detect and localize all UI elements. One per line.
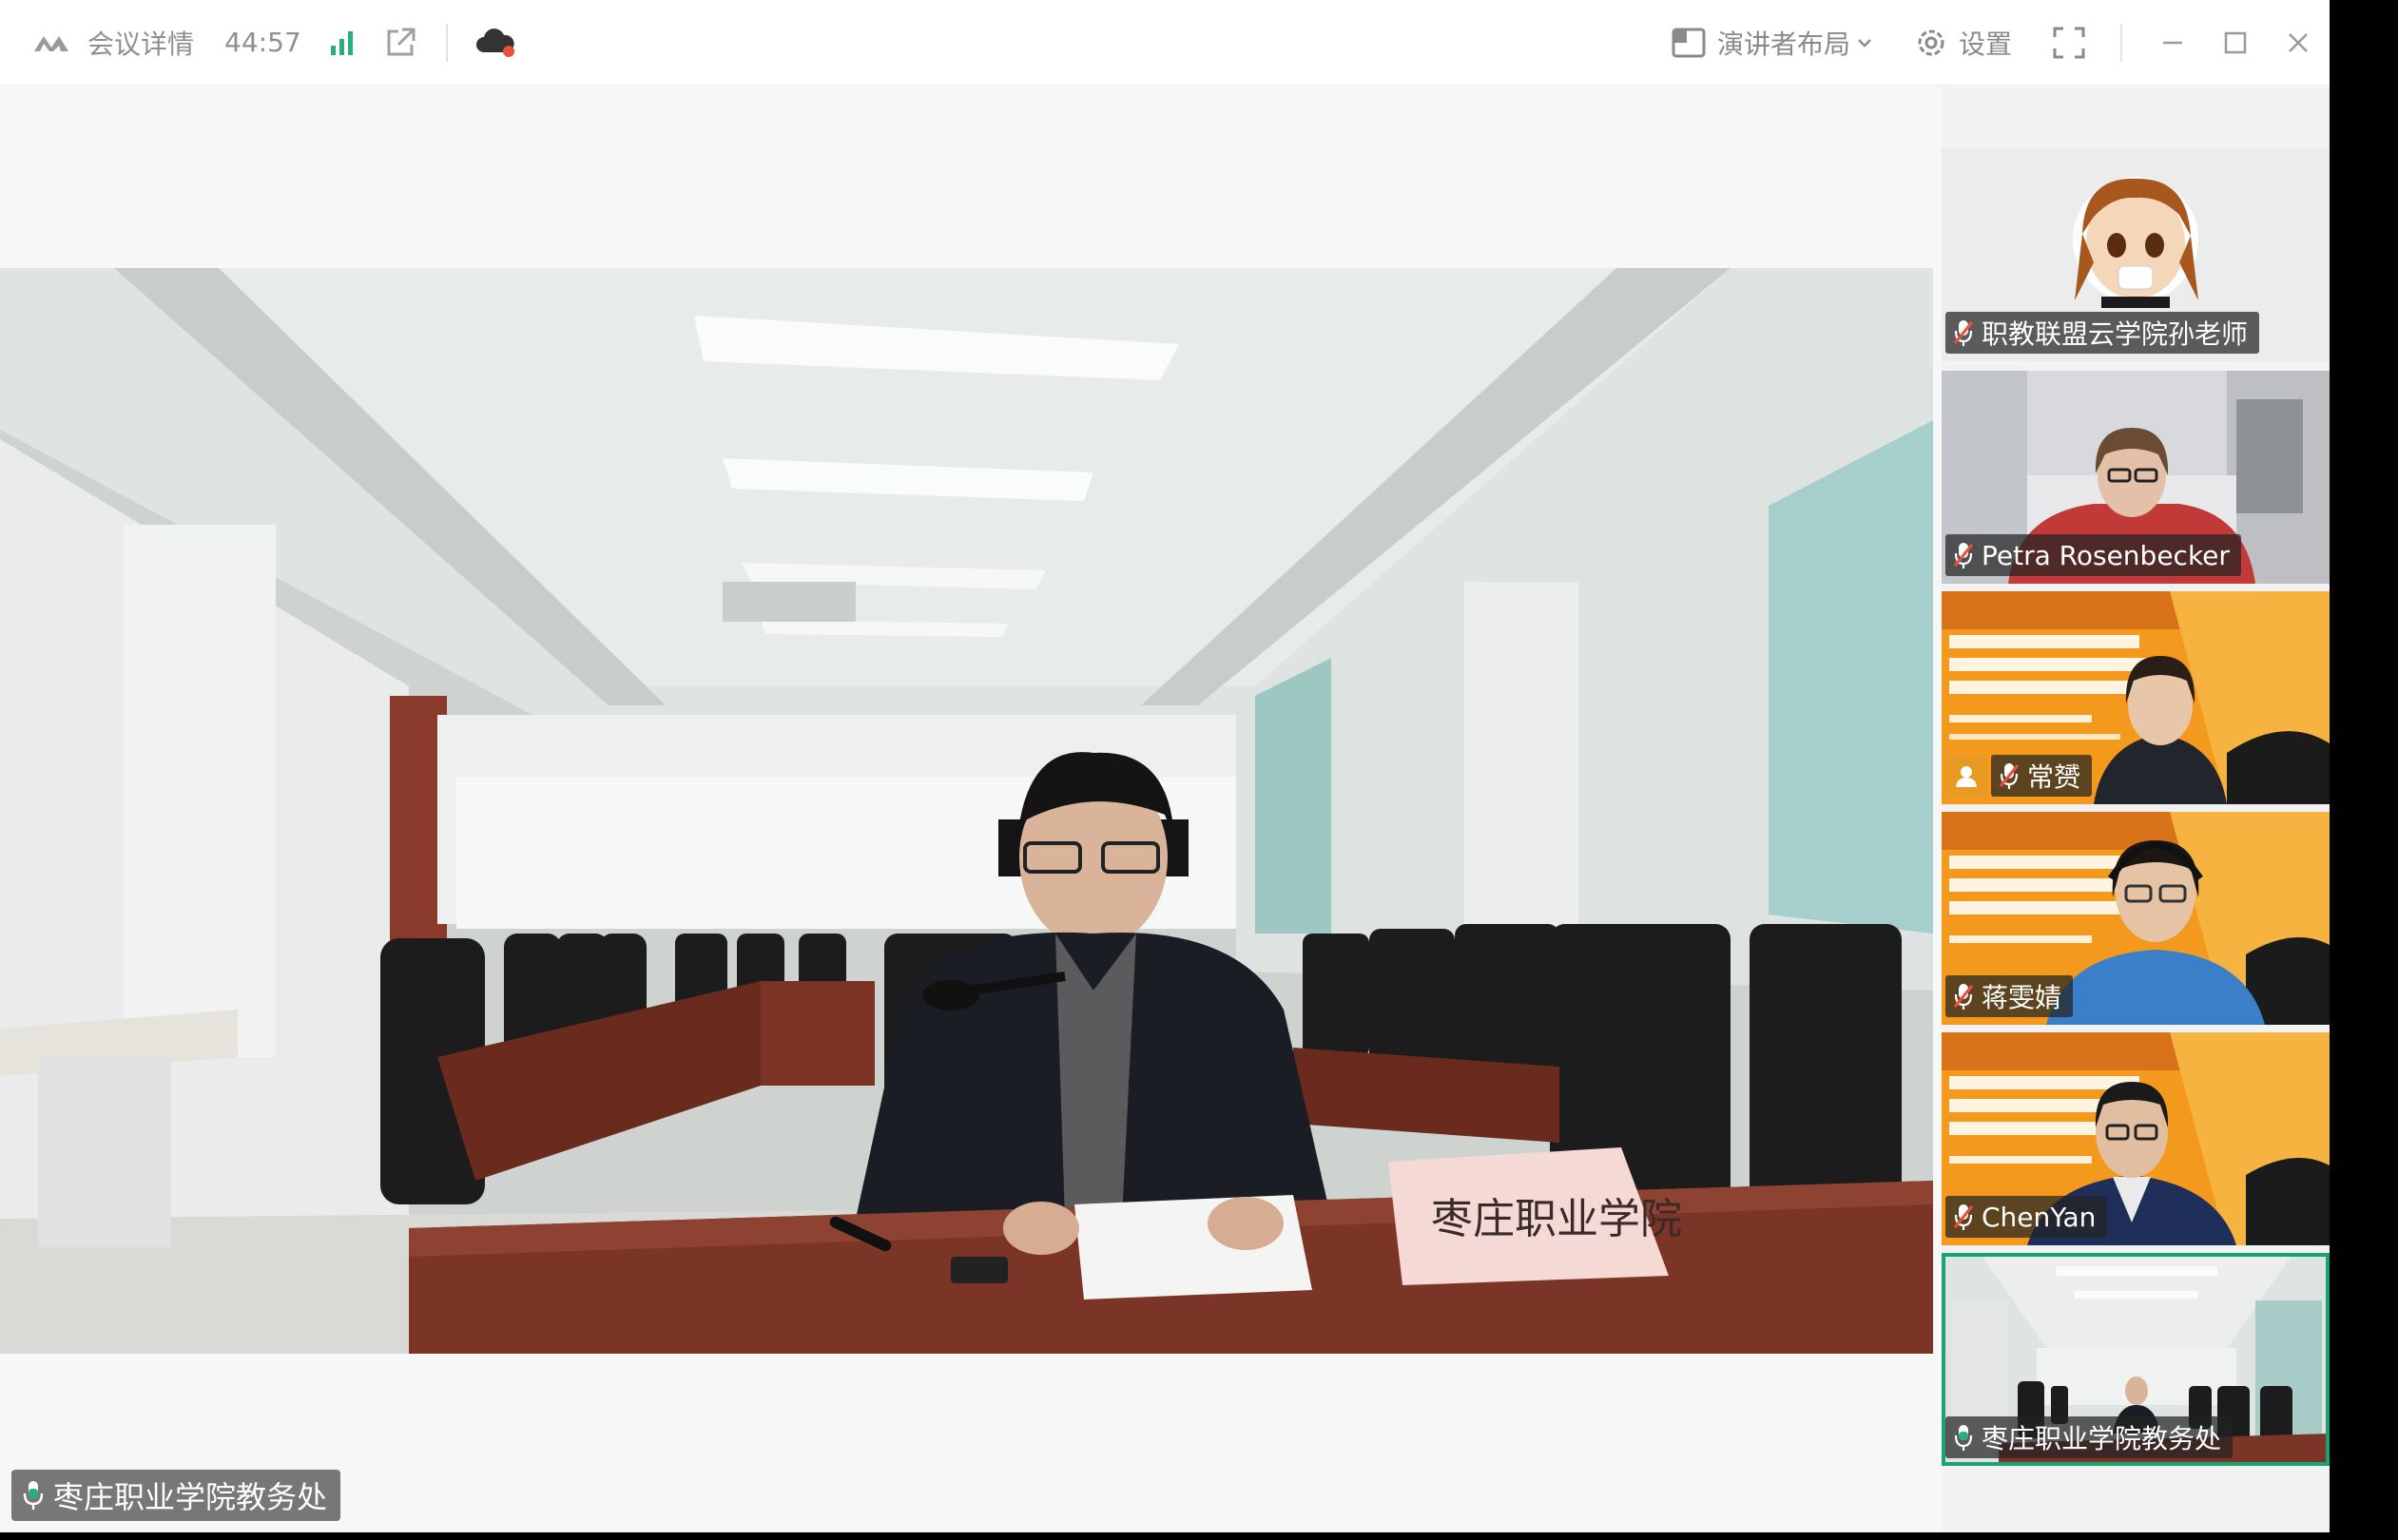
layout-switch-button[interactable]: 演讲者布局 <box>1670 24 1873 62</box>
participant-tile[interactable]: ChenYan <box>1942 1032 2330 1245</box>
main-speaker-name-tag: 枣庄职业学院教务处 <box>11 1470 341 1521</box>
settings-label: 设置 <box>1958 29 2012 60</box>
participant-name-tag: 蒋雯婧 <box>1945 975 2074 1017</box>
main-speaker-video[interactable]: 枣庄职业学院 <box>0 268 1933 1354</box>
app-logo-icon <box>32 30 80 55</box>
participant-name-tag: 常赟 <box>1991 755 2093 797</box>
participant-name-tag: 枣庄职业学院教务处 <box>1945 1416 2234 1458</box>
chevron-down-icon <box>1856 36 1873 49</box>
minimize-icon <box>2163 41 2182 45</box>
participant-name: 枣庄职业学院教务处 <box>1982 1423 2222 1454</box>
mic-icon <box>21 1479 46 1511</box>
meeting-window: 会议详情 44:57 演讲者布局 设置 枣庄职业学院 枣庄职业学院教务处 职教联… <box>0 0 2330 1532</box>
share-external-icon[interactable] <box>383 26 417 60</box>
person-icon <box>1956 766 1977 787</box>
desk-nameplate-text: 枣庄职业学院 <box>1431 1196 1682 1242</box>
cloud-record-icon[interactable] <box>474 26 516 60</box>
participant-name: 蒋雯婧 <box>1982 982 2062 1013</box>
maximize-button[interactable] <box>2204 0 2267 86</box>
participant-name-tag: Petra Rosenbecker <box>1945 534 2241 576</box>
participant-host-badge <box>1945 755 1987 797</box>
meeting-details-link[interactable]: 会议详情 <box>87 24 194 62</box>
mic-muted-icon <box>1953 982 1974 1011</box>
signal-strength-icon[interactable] <box>328 29 357 57</box>
maximize-icon <box>2224 31 2247 54</box>
participant-tile[interactable]: 常赟 <box>1942 591 2330 804</box>
participant-tile[interactable]: Petra Rosenbecker <box>1942 371 2330 584</box>
toolbar-divider <box>2120 24 2122 62</box>
layout-label: 演讲者布局 <box>1716 29 1850 60</box>
mic-muted-icon <box>1999 761 2020 790</box>
participant-tile-active[interactable]: 枣庄职业学院教务处 <box>1942 1253 2330 1466</box>
participant-name: Petra Rosenbecker <box>1982 539 2230 571</box>
layout-icon <box>1670 26 1708 60</box>
minimize-button[interactable] <box>2141 0 2204 86</box>
participant-tile[interactable]: 职教联盟云学院孙老师 <box>1942 148 2330 361</box>
mic-muted-icon <box>1953 318 1974 347</box>
participant-tile[interactable]: 蒋雯婧 <box>1942 812 2330 1025</box>
fullscreen-button[interactable] <box>2052 26 2086 60</box>
fullscreen-icon <box>2052 26 2086 60</box>
participant-name: 职教联盟云学院孙老师 <box>1982 318 2249 350</box>
participant-name-tag: ChenYan <box>1945 1196 2108 1238</box>
mic-muted-icon <box>1953 541 1974 569</box>
close-button[interactable] <box>2267 0 2330 86</box>
toolbar-divider <box>445 23 448 62</box>
mic-muted-icon <box>1953 1203 1974 1231</box>
participant-panel: 职教联盟云学院孙老师 Petra Rosenbecker 常赟 蒋雯婧 Chen… <box>1942 87 2330 1532</box>
participant-name-tag: 职教联盟云学院孙老师 <box>1945 312 2260 354</box>
participant-name: ChenYan <box>1982 1201 2097 1233</box>
gear-icon <box>1913 25 1949 61</box>
main-speaker-name: 枣庄职业学院教务处 <box>53 1479 328 1515</box>
meeting-timer: 44:57 <box>224 27 301 58</box>
settings-button[interactable]: 设置 <box>1913 24 2012 62</box>
participant-name: 常赟 <box>2027 761 2081 793</box>
top-bar: 会议详情 44:57 演讲者布局 设置 <box>0 0 2330 86</box>
mic-icon <box>1953 1423 1974 1452</box>
close-icon <box>2289 33 2308 52</box>
